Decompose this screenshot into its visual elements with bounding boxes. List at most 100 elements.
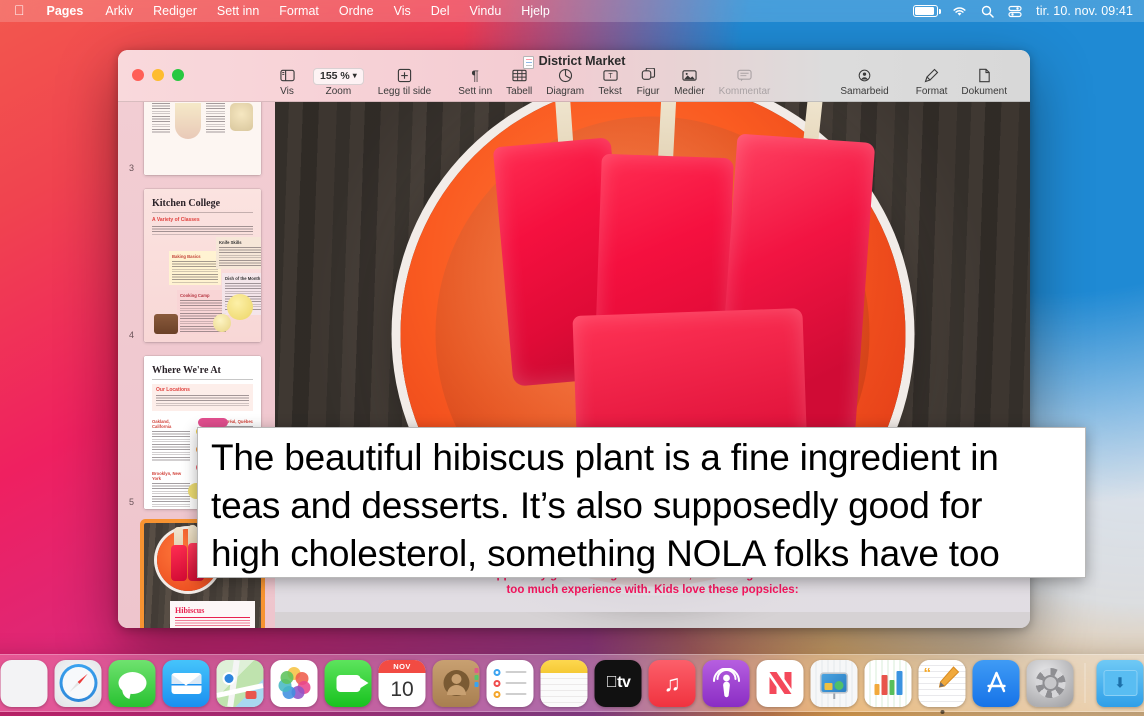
dock-item-launchpad[interactable] — [0, 659, 48, 707]
dock-item-numbers[interactable] — [864, 659, 912, 707]
toolbar-format-label: Format — [915, 85, 948, 97]
thumbnail-5-block-0: Oakland, California — [152, 419, 172, 429]
menu-app-name[interactable]: Pages — [37, 0, 96, 22]
thumbnail-4-block-0: Baking Basics — [172, 254, 201, 259]
mail-icon — [162, 659, 210, 707]
numbers-icon — [864, 659, 912, 707]
sidebar-thumbnail-4[interactable]: Kitchen College A Variety of Classes Bak… — [118, 182, 275, 349]
toolbar-text-button[interactable]: T Tekst — [591, 66, 629, 99]
plus-square-icon — [397, 66, 412, 85]
menu-bar-left:  Pages Arkiv Rediger Sett inn Format Or… — [0, 0, 560, 22]
menu-item-format[interactable]: Format — [269, 0, 329, 22]
document-page-icon — [977, 66, 992, 85]
news-icon — [756, 659, 804, 707]
dock-item-downloads[interactable]: ⬇ — [1096, 659, 1144, 707]
comment-bubble-icon — [737, 66, 752, 85]
collaborate-person-icon — [857, 66, 872, 85]
menu-item-del[interactable]: Del — [421, 0, 460, 22]
podcasts-icon — [702, 659, 750, 707]
toolbar-view-label: Vis — [280, 85, 294, 97]
traffic-lights — [132, 69, 184, 81]
facetime-icon — [324, 659, 372, 707]
thumbnail-4-title: Kitchen College — [152, 198, 221, 209]
menu-item-hjelp[interactable]: Hjelp — [511, 0, 560, 22]
menu-item-ordne[interactable]: Ordne — [329, 0, 384, 22]
thumbnail-4-block-1: Knife Skills — [219, 240, 242, 245]
dock-item-keynote[interactable] — [810, 659, 858, 707]
toolbar-media-button[interactable]: Medier — [667, 66, 712, 99]
toolbar-comment-label: Kommentar — [718, 85, 771, 97]
menu-item-vindu[interactable]: Vindu — [460, 0, 512, 22]
toolbar-collaborate-button[interactable]: Samarbeid — [833, 66, 895, 99]
dock-item-calendar[interactable]: NOV 10 — [378, 659, 426, 707]
zoom-value: 155 % — [320, 69, 350, 82]
dock-item-appstore[interactable] — [972, 659, 1020, 707]
safari-icon — [54, 659, 102, 707]
dock-item-messages[interactable] — [108, 659, 156, 707]
minimize-button[interactable] — [152, 69, 164, 81]
toolbar-insert-button[interactable]: ¶ Sett inn — [451, 66, 499, 99]
apple-logo-icon[interactable]:  — [0, 3, 37, 17]
menu-bar:  Pages Arkiv Rediger Sett inn Format Or… — [0, 0, 1144, 22]
media-image-icon — [682, 66, 697, 85]
toolbar-comment-button[interactable]: Kommentar — [712, 66, 778, 99]
battery-icon[interactable] — [913, 5, 941, 17]
thumbnail-5-block-2: Brooklyn, New York — [152, 471, 182, 481]
document-title-bar: District Market — [118, 54, 1030, 69]
dock-item-mail[interactable] — [162, 659, 210, 707]
dock-item-contacts[interactable] — [432, 659, 480, 707]
sidebar-panel-icon — [279, 66, 295, 85]
toolbar-chart-button[interactable]: Diagram — [539, 66, 591, 99]
document-icon — [522, 55, 534, 69]
reminders-icon — [486, 659, 534, 707]
dock-item-facetime[interactable] — [324, 659, 372, 707]
zoom-button[interactable] — [172, 69, 184, 81]
wifi-icon[interactable] — [952, 5, 967, 17]
dock-item-podcasts[interactable] — [702, 659, 750, 707]
sidebar-thumbnail-3[interactable]: 3 — [118, 102, 275, 182]
close-button[interactable] — [132, 69, 144, 81]
thumbnail-4-block-3: Dish of the Month — [225, 276, 261, 281]
dock-item-tv[interactable]: tv — [594, 659, 642, 707]
document-title[interactable]: District Market — [539, 54, 626, 68]
notes-icon — [540, 659, 588, 707]
dock-item-pages[interactable]: “ — [918, 659, 966, 714]
toolbar-shape-label: Figur — [636, 85, 660, 97]
toolbar-shape-button[interactable]: Figur — [629, 66, 667, 99]
toolbar-add-page-button[interactable]: Legg til side — [371, 66, 438, 99]
menu-bar-clock[interactable]: tir. 10. nov. 09:41 — [1036, 4, 1133, 18]
pages-running-indicator — [940, 709, 944, 714]
dock-item-reminders[interactable] — [486, 659, 534, 707]
calendar-day: 10 — [390, 677, 414, 701]
dock-item-photos[interactable] — [270, 659, 318, 707]
zoom-value-box[interactable]: 155 % ▾ — [313, 67, 364, 85]
dock-divider — [1084, 663, 1086, 703]
menu-item-rediger[interactable]: Rediger — [143, 0, 207, 22]
dock-item-notes[interactable] — [540, 659, 588, 707]
text-box-icon: T — [602, 66, 618, 85]
dock-item-system-preferences[interactable] — [1026, 659, 1074, 707]
toolbar-add-page-label: Legg til side — [377, 85, 432, 97]
dock-item-maps[interactable] — [216, 659, 264, 707]
dock-item-safari[interactable] — [54, 659, 102, 707]
menu-item-sett-inn[interactable]: Sett inn — [207, 0, 269, 22]
thumbnail-number-3: 3 — [129, 163, 135, 173]
toolbar-format-button[interactable]: Format — [909, 66, 955, 99]
toolbar-text-label: Tekst — [598, 85, 622, 97]
toolbar-document-button[interactable]: Dokument — [954, 66, 1014, 99]
hover-text-line-2: teas and desserts. It’s also supposedly … — [211, 485, 983, 526]
thumbnail-number-5: 5 — [129, 497, 135, 507]
dock-item-music[interactable]: ♫ — [648, 659, 696, 707]
toolbar-table-button[interactable]: Tabell — [499, 66, 539, 99]
menu-item-arkiv[interactable]: Arkiv — [95, 0, 143, 22]
pages-icon: “ — [918, 659, 966, 707]
toolbar-view-button[interactable]: Vis — [268, 66, 306, 99]
thumbnail-page-4: Kitchen College A Variety of Classes Bak… — [144, 189, 261, 342]
document-body-line-2: too much experience with. Kids love thes… — [506, 583, 799, 596]
dock: NOV 10 tv ♫ — [0, 654, 1144, 714]
search-icon[interactable] — [981, 5, 994, 18]
menu-item-vis[interactable]: Vis — [384, 0, 421, 22]
toolbar-zoom-control[interactable]: 155 % ▾ Zoom — [306, 67, 371, 99]
control-center-icon[interactable] — [1008, 5, 1022, 18]
dock-item-news[interactable] — [756, 659, 804, 707]
